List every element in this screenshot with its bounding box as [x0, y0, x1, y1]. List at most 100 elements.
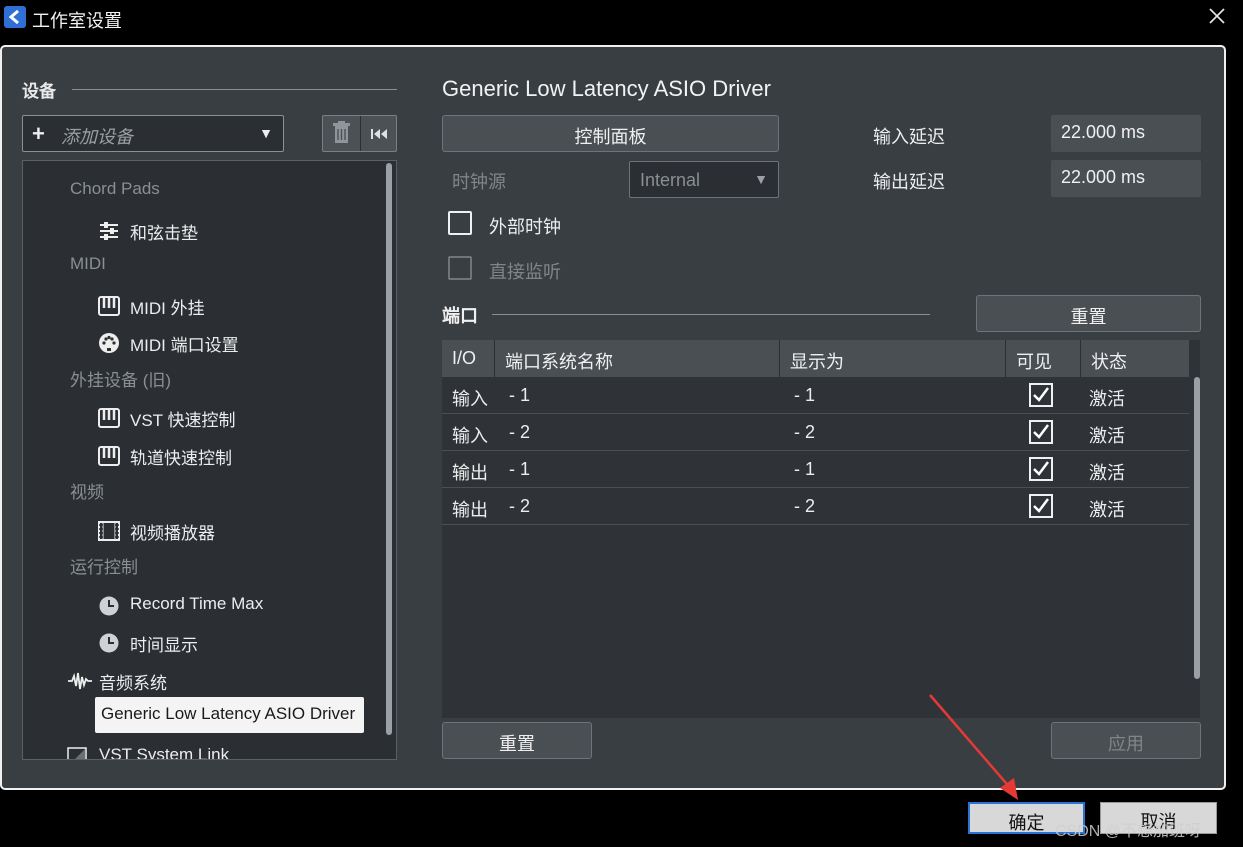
tree-item-label: MIDI 端口设置	[130, 336, 239, 355]
cell-display-as[interactable]: - 2	[794, 496, 815, 517]
app-logo-icon	[4, 6, 26, 28]
external-clock-label: 外部时钟	[489, 217, 561, 237]
cell-status: 激活	[1089, 389, 1125, 409]
title-bar: 工作室设置	[0, 0, 1243, 36]
tree-category-label: 视频	[70, 483, 104, 502]
tree-item-asio-driver-selected[interactable]: Generic Low Latency ASIO Driver	[95, 697, 364, 733]
column-header-status[interactable]: 状态	[1081, 340, 1189, 377]
cell-system-name[interactable]: - 1	[509, 385, 530, 406]
checkbox-icon	[67, 747, 89, 759]
visible-checkbox[interactable]	[1029, 494, 1053, 518]
reset-button[interactable]: 重置	[442, 722, 592, 759]
cell-io: 输入	[452, 389, 488, 409]
midi-keyboard-icon	[98, 408, 120, 428]
apply-button[interactable]: 应用	[1051, 722, 1201, 759]
direct-monitoring-label: 直接监听	[489, 262, 561, 282]
column-header-system-name[interactable]: 端口系统名称	[495, 340, 780, 377]
clock-icon	[98, 633, 120, 653]
cell-system-name[interactable]: - 2	[509, 422, 530, 443]
tree-category-video[interactable]: 视频	[70, 478, 104, 510]
tree-item-label: 时间显示	[130, 636, 198, 655]
cell-display-as[interactable]: - 2	[794, 422, 815, 443]
dropdown-arrow-icon: ▼	[259, 125, 273, 141]
section-divider	[72, 89, 397, 90]
tree-category-label: 运行控制	[70, 558, 138, 577]
visible-checkbox[interactable]	[1029, 420, 1053, 444]
column-header-visible[interactable]: 可见	[1006, 340, 1081, 377]
tree-category-label: MIDI	[70, 254, 106, 273]
tree-category-remote-legacy[interactable]: 外挂设备 (旧)	[70, 366, 171, 398]
device-tree[interactable]: Chord Pads 和弦击垫 MIDI MIDI 外挂 MIDI 端口设置 外…	[22, 160, 397, 760]
annotation-arrow-icon	[929, 694, 1018, 800]
table-header: I/O 端口系统名称 显示为 可见 状态	[442, 340, 1189, 377]
watermark: CSDN @不想加班呀	[1055, 823, 1202, 840]
tree-category-transport[interactable]: 运行控制	[70, 553, 138, 585]
table-row[interactable]: 输入 - 1 - 1 激活	[442, 377, 1189, 414]
tree-scrollbar[interactable]	[386, 163, 392, 735]
cell-io: 输出	[452, 463, 488, 483]
checkmark-icon	[1033, 387, 1049, 402]
column-header-io[interactable]: I/O	[442, 340, 495, 377]
midi-keyboard-icon	[98, 296, 120, 316]
cell-io: 输出	[452, 500, 488, 520]
tree-item-label: Record Time Max	[130, 594, 264, 613]
cell-status: 激活	[1089, 463, 1125, 483]
tree-item-label: VST System Link	[99, 745, 230, 760]
control-panel-button[interactable]: 控制面板	[442, 115, 779, 152]
input-latency-label: 输入延迟	[873, 127, 945, 147]
chord-pads-icon	[98, 221, 120, 241]
dropdown-arrow-icon: ▼	[754, 171, 768, 187]
table-row[interactable]: 输出 - 2 - 2 激活	[442, 488, 1189, 525]
delete-device-button[interactable]	[323, 116, 360, 151]
tree-category-chord-pads[interactable]: Chord Pads	[70, 179, 160, 211]
add-device-label: 添加设备	[61, 127, 133, 147]
output-latency-value: 22.000 ms	[1051, 160, 1201, 197]
plus-icon: +	[32, 121, 45, 146]
visible-checkbox[interactable]	[1029, 457, 1053, 481]
checkmark-icon	[1033, 461, 1049, 476]
output-latency-label: 输出延迟	[873, 172, 945, 192]
close-icon[interactable]	[1207, 6, 1227, 28]
rewind-icon	[371, 129, 387, 139]
cell-system-name[interactable]: - 2	[509, 496, 530, 517]
input-latency-value: 22.000 ms	[1051, 115, 1201, 152]
table-row[interactable]: 输入 - 2 - 2 激活	[442, 414, 1189, 451]
section-divider	[492, 314, 930, 315]
devices-section-title: 设备	[22, 82, 56, 101]
clock-source-select[interactable]: Internal ▼	[629, 161, 779, 198]
midi-keyboard-icon	[98, 446, 120, 466]
clock-source-value: Internal	[640, 170, 701, 190]
clock-source-label: 时钟源	[452, 172, 506, 192]
cell-io: 输入	[452, 426, 488, 446]
visible-checkbox[interactable]	[1029, 383, 1053, 407]
clock-icon	[98, 596, 120, 616]
tree-category-midi[interactable]: MIDI	[70, 254, 106, 286]
direct-monitoring-checkbox[interactable]	[448, 256, 472, 280]
add-device-dropdown[interactable]: + 添加设备 ▼	[22, 115, 284, 152]
cell-system-name[interactable]: - 1	[509, 459, 530, 480]
film-icon	[98, 521, 120, 541]
table-scrollbar[interactable]	[1194, 377, 1200, 679]
cell-status: 激活	[1089, 426, 1125, 446]
waveform-icon	[67, 671, 92, 691]
cell-status: 激活	[1089, 500, 1125, 520]
trash-icon	[333, 121, 350, 143]
external-clock-checkbox[interactable]	[448, 211, 472, 235]
checkmark-icon	[1033, 424, 1049, 439]
window-title: 工作室设置	[32, 11, 122, 31]
cell-display-as[interactable]: - 1	[794, 459, 815, 480]
midi-port-icon	[98, 333, 120, 353]
tree-category-label: Chord Pads	[70, 179, 160, 198]
tree-item-label: 视频播放器	[130, 524, 215, 543]
tree-category-label: 外挂设备 (旧)	[70, 371, 172, 390]
column-header-display-as[interactable]: 显示为	[780, 340, 1006, 377]
tree-item-label: VST 快速控制	[130, 411, 236, 430]
cell-display-as[interactable]: - 1	[794, 385, 815, 406]
reset-ports-button[interactable]: 重置	[976, 295, 1201, 332]
reset-device-button[interactable]	[361, 116, 398, 151]
table-row[interactable]: 输出 - 1 - 1 激活	[442, 451, 1189, 488]
tree-item-label: 和弦击垫	[130, 224, 198, 243]
ports-table: I/O 端口系统名称 显示为 可见 状态 输入 - 1 - 1 激活 输入 - …	[442, 340, 1200, 718]
driver-title: Generic Low Latency ASIO Driver	[442, 76, 771, 101]
ports-section-title: 端口	[442, 306, 478, 326]
